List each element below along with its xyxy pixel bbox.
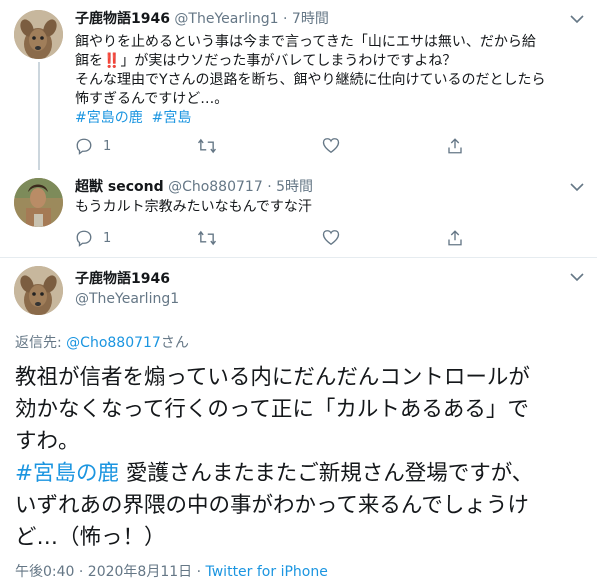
client-link[interactable]: Twitter for iPhone [206, 564, 328, 580]
reply-count: 1 [103, 230, 112, 246]
display-name[interactable]: 子鹿物語1946 [75, 270, 170, 288]
reply-icon [76, 138, 92, 155]
retweet-icon [197, 230, 217, 246]
separator: · [267, 179, 272, 195]
text-span: 餌を [75, 53, 103, 69]
double-exclamation-emoji: ‼️ [103, 53, 121, 69]
share-icon [448, 138, 462, 154]
retweet-button[interactable] [197, 137, 217, 155]
like-icon [322, 230, 340, 246]
avatar[interactable] [14, 178, 63, 227]
like-button[interactable] [322, 137, 340, 154]
mention-link[interactable]: @Cho880717 [66, 335, 161, 351]
handle[interactable]: @TheYearling1 [174, 11, 278, 27]
hashtag-link[interactable]: #宮島 [152, 110, 192, 126]
separator: · [283, 11, 288, 27]
text-span: 愛護さんまたまたご新規さん登場ですが、 [119, 461, 534, 486]
reply-button[interactable]: 1 [75, 229, 111, 247]
reply-count: 1 [103, 138, 112, 154]
hashtag-link[interactable]: #宮島の鹿 [75, 110, 143, 126]
hashtag-link[interactable]: #宮島の鹿 [15, 461, 119, 486]
share-icon [448, 230, 462, 246]
reply-suffix: さん [160, 335, 189, 351]
tweet-1[interactable]: 子鹿物語1946 @TheYearling1 · 7時間 餌やりを止めるという事… [0, 0, 597, 172]
hashtag-line: #宮島の鹿 #宮島 [75, 109, 546, 128]
text-line: 餌やりを止めるという事は今まで言ってきた「山にエサは無い、だから給 [75, 34, 536, 50]
tweet-actions: 1 [75, 137, 475, 157]
chevron-down-icon[interactable] [568, 268, 586, 286]
avatar[interactable] [14, 10, 63, 59]
reply-to-line: 返信先: @Cho880717さん [15, 332, 189, 352]
text-line: いずれあの界隈の中の事がわかって来るんでしょうけ [15, 493, 529, 518]
text-line: すわ。 [15, 429, 80, 454]
reply-button[interactable]: 1 [75, 137, 111, 155]
chevron-down-icon[interactable] [568, 178, 586, 196]
text-span: 」が実はウソだった事がバレてしまうわけですよね？ [120, 53, 457, 69]
tweet-header: 子鹿物語1946 @TheYearling1 · 7時間 [75, 10, 329, 28]
tweet-header: 超獣 second @Cho880717 · 5時間 [75, 178, 313, 196]
text-line: #宮島の鹿 愛護さんまたまたご新規さん登場ですが、 [15, 458, 590, 490]
text-line: 餌を‼️」が実はウソだった事がバレてしまうわけですよね？ [75, 52, 546, 71]
tweet-text: 餌やりを止めるという事は今まで言ってきた「山にエサは無い、だから給 餌を‼️」が… [75, 33, 546, 128]
text-line: 教祖が信者を煽っている内にだんだんコントロールが [15, 365, 530, 390]
display-name[interactable]: 子鹿物語1946 [75, 11, 170, 27]
like-icon [322, 138, 340, 154]
chevron-down-icon[interactable] [568, 10, 586, 28]
text-line: ど…（怖っ！） [15, 525, 166, 550]
avatar[interactable] [14, 266, 63, 315]
display-name-text: 子鹿物語1946 [75, 271, 170, 287]
thread-line [38, 62, 40, 170]
retweet-button[interactable] [197, 229, 217, 247]
display-name[interactable]: 超獣 second [75, 179, 164, 195]
text-line: そんな理由でYさんの退路を断ち、餌やり継続に仕向けているのだとしたら [75, 72, 546, 88]
share-button[interactable] [446, 229, 464, 247]
tweet-timestamp: 午後0:40 · 2020年8月11日 · Twitter for iPhone [15, 561, 328, 581]
timestamp[interactable]: 7時間 [292, 11, 329, 27]
handle[interactable]: @TheYearling1 [75, 290, 179, 308]
timestamp[interactable]: 5時間 [276, 179, 313, 195]
tweet-2[interactable]: 超獣 second @Cho880717 · 5時間 もうカルト宗教みたいなもん… [0, 172, 597, 258]
text-line: 怖すぎるんですけど…。 [75, 91, 229, 107]
reply-prefix: 返信先: [15, 335, 67, 351]
timestamp-text[interactable]: 午後0:40 · 2020年8月11日 · [15, 564, 206, 580]
text-line: 効かなくなって行くのって正に「カルトあるある」で [15, 397, 529, 422]
main-tweet-text: 教祖が信者を煽っている内にだんだんコントロールが 効かなくなって行くのって正に「… [15, 362, 590, 554]
reply-icon [76, 230, 92, 247]
like-button[interactable] [322, 229, 340, 246]
retweet-icon [197, 138, 217, 154]
tweet-text: もうカルト宗教みたいなもんですな汗 [75, 199, 312, 215]
share-button[interactable] [446, 137, 464, 155]
handle[interactable]: @Cho880717 [168, 179, 263, 195]
tweet-actions: 1 [75, 229, 475, 249]
